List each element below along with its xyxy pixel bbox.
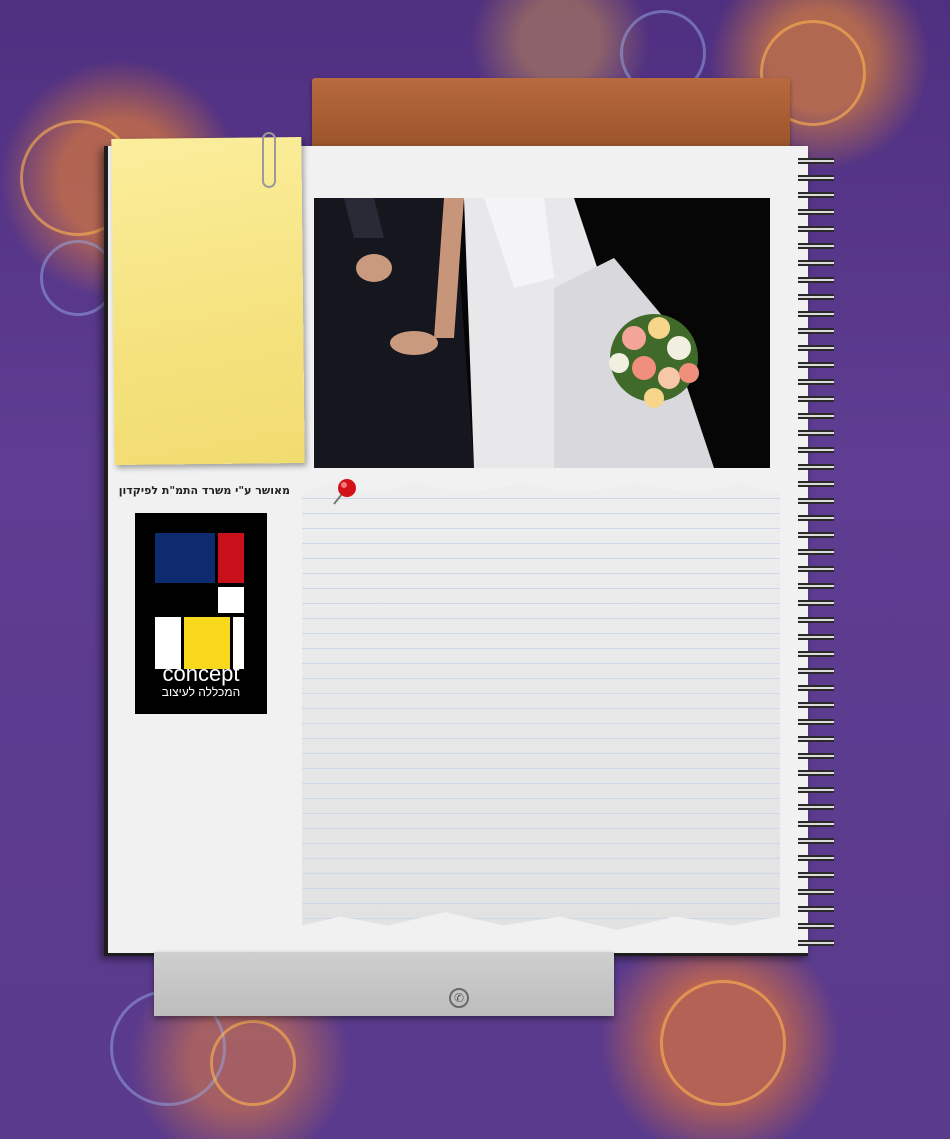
logo-blue-block [155,533,215,583]
logo-tagline: המכללה לעיצוב [161,685,241,699]
sticky-note [111,137,305,465]
concept-college-logo-link[interactable]: concept המכללה לעיצוב [135,513,267,714]
hero-wedding-photo [314,198,770,468]
phone-icon[interactable]: ✆ [449,988,469,1008]
ornament-swirl [210,1020,296,1106]
paperclip-icon [262,132,276,188]
notebook-spiral-binding [798,152,834,952]
bottom-tape-strip [154,952,614,1016]
logo-wordmark: concept [162,661,240,686]
logo-red-block [218,533,244,583]
lined-note-paper [302,484,780,930]
approval-note: מאושר ע"י משרד התמ"ת לפיקדון [118,484,290,497]
pushpin-icon [333,479,356,505]
logo-white-block [218,587,244,613]
ornament-swirl [660,980,786,1106]
